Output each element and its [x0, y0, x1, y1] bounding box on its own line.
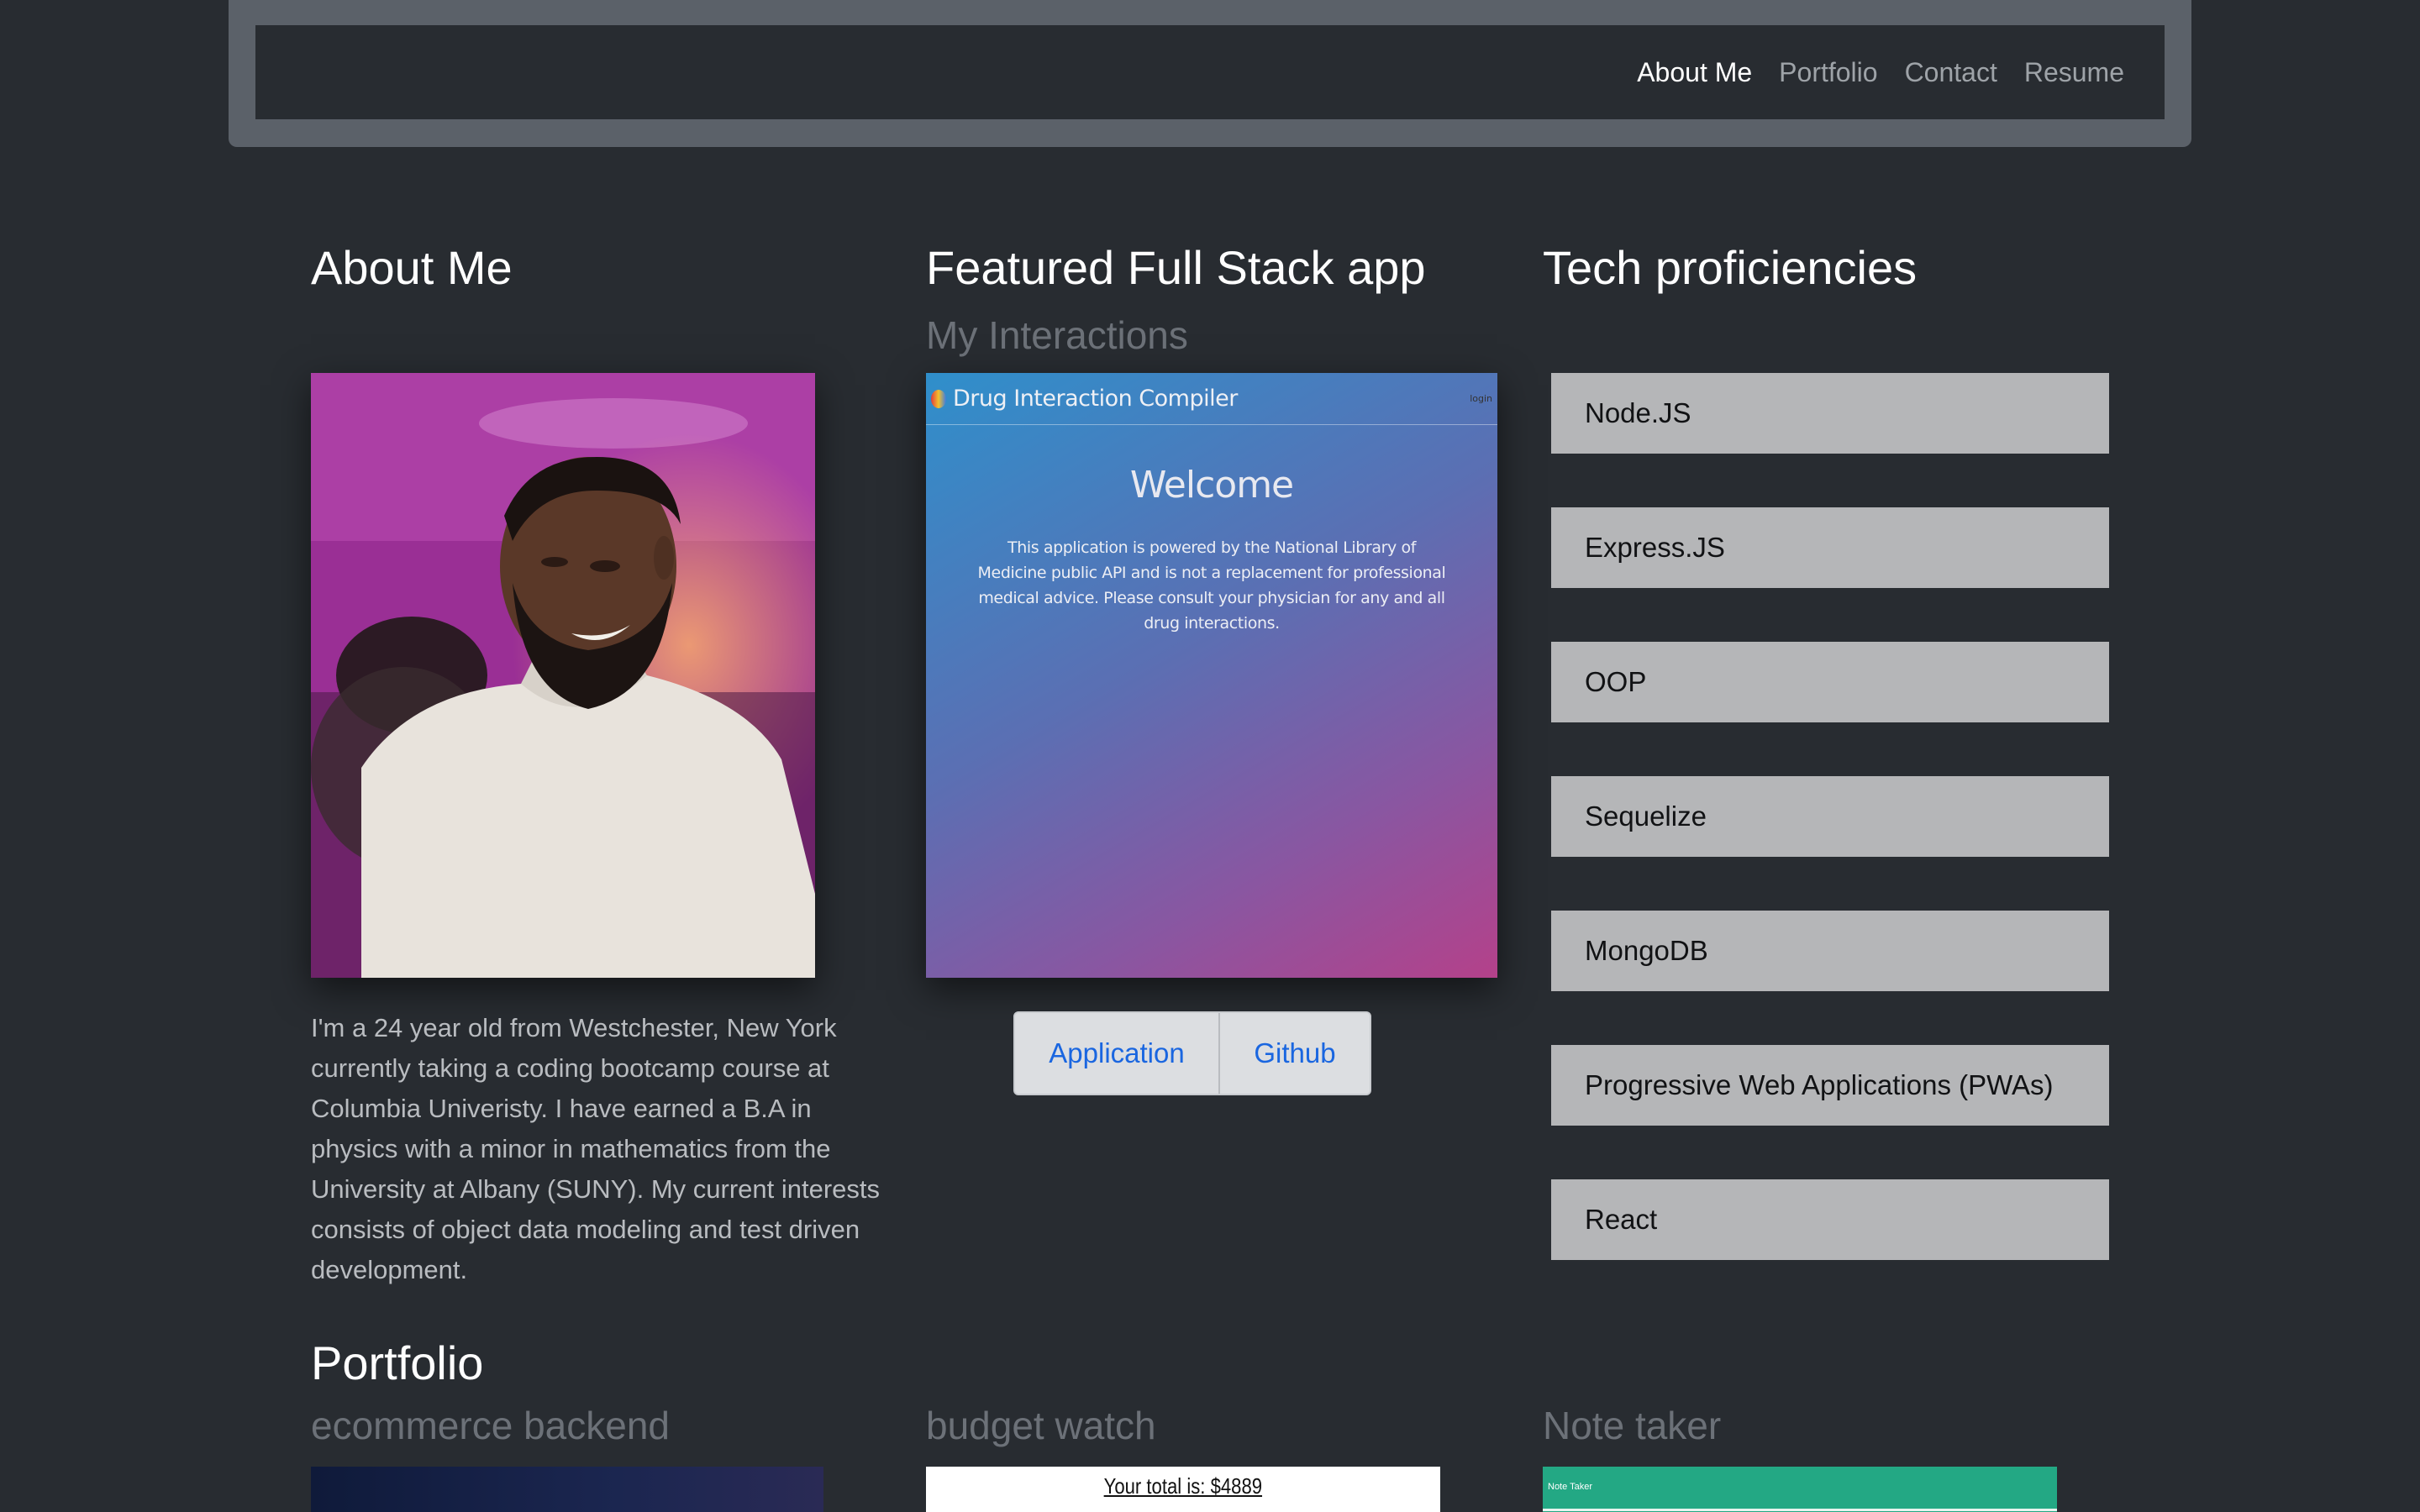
project-thumbnail-ecommerce[interactable]: [311, 1467, 823, 1512]
project-title-note-taker: Note taker: [1543, 1404, 1722, 1447]
tech-item-react: React: [1551, 1179, 2109, 1260]
app-screenshot-description: This application is powered by the Natio…: [977, 538, 1446, 633]
app-screenshot-title: Drug Interaction Compiler: [953, 386, 1238, 412]
project-title-ecommerce: ecommerce backend: [311, 1404, 670, 1447]
navbar-inner: About Me Portfolio Contact Resume: [255, 25, 2165, 119]
tech-heading: Tech proficiencies: [1543, 241, 1918, 294]
note-taker-divider: [1543, 1509, 2057, 1511]
nav-link-resume[interactable]: Resume: [2024, 57, 2124, 88]
nav-link-portfolio[interactable]: Portfolio: [1779, 57, 1877, 88]
featured-heading: Featured Full Stack app: [926, 241, 1426, 294]
tech-item-sequelize: Sequelize: [1551, 776, 2109, 857]
project-thumbnail-budget-watch[interactable]: Your total is: $4889: [926, 1467, 1440, 1512]
portfolio-heading: Portfolio: [311, 1336, 484, 1389]
featured-app-screenshot: Drug Interaction Compiler login Welcome …: [926, 373, 1497, 978]
tech-item-pwas: Progressive Web Applications (PWAs): [1551, 1045, 2109, 1126]
app-screenshot-welcome: Welcome: [1129, 464, 1294, 507]
featured-app-button-group: Application Github: [1013, 1011, 1371, 1095]
nav-link-about-me[interactable]: About Me: [1637, 57, 1752, 88]
featured-subheading: My Interactions: [926, 313, 1188, 357]
profile-photo-image: [311, 373, 815, 978]
navbar: About Me Portfolio Contact Resume: [229, 0, 2191, 147]
application-button[interactable]: Application: [1015, 1013, 1220, 1094]
tech-item-mongodb: MongoDB: [1551, 911, 2109, 991]
tech-item-expressjs: Express.JS: [1551, 507, 2109, 588]
about-heading: About Me: [311, 241, 513, 294]
pill-logo-icon: [931, 389, 946, 408]
app-screenshot-login: login: [1470, 393, 1492, 404]
note-taker-preview-title: Note Taker: [1548, 1482, 1592, 1492]
profile-photo: [311, 373, 815, 978]
github-button[interactable]: Github: [1220, 1013, 1370, 1094]
about-bio: I'm a 24 year old from Westchester, New …: [311, 1013, 881, 1284]
tech-item-oop: OOP: [1551, 642, 2109, 722]
app-screenshot-header: Drug Interaction Compiler login: [926, 373, 1497, 425]
nav-link-contact[interactable]: Contact: [1905, 57, 1997, 88]
tech-list: Node.JS Express.JS OOP Sequelize MongoDB…: [1551, 373, 2109, 1314]
tech-item-nodejs: Node.JS: [1551, 373, 2109, 454]
project-thumbnail-note-taker[interactable]: Note Taker: [1543, 1467, 2057, 1512]
budget-total-text: Your total is: $4889: [1103, 1473, 1263, 1499]
project-title-budget-watch: budget watch: [926, 1404, 1156, 1447]
